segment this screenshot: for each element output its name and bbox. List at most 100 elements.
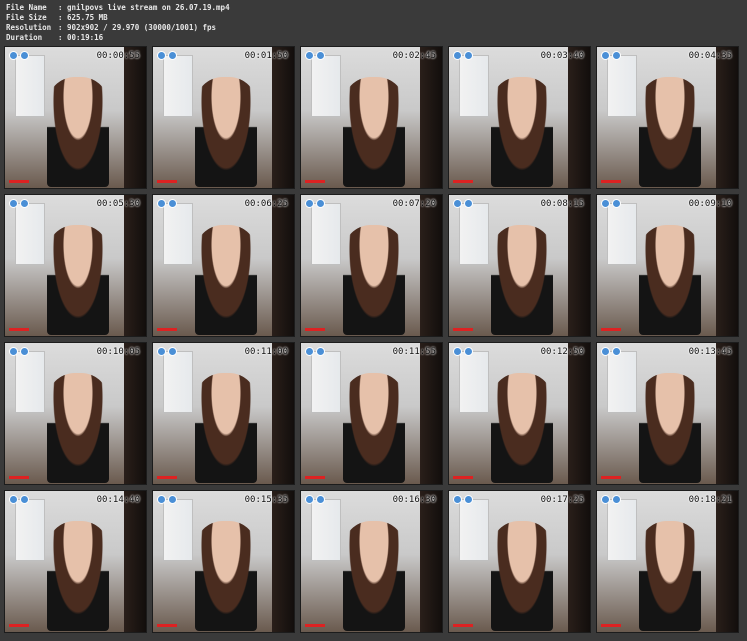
- person-shape: [343, 77, 405, 187]
- timestamp: 00:00:55: [96, 51, 140, 61]
- duration-value: : 00:19:16: [58, 33, 104, 42]
- timestamp: 00:18:21: [688, 495, 732, 505]
- camera-icon: [157, 347, 166, 356]
- camera-icon: [9, 347, 18, 356]
- live-bar: [9, 328, 29, 331]
- live-bar: [157, 476, 177, 479]
- dark-pole-shape: [272, 47, 294, 188]
- dark-pole-shape: [420, 343, 442, 484]
- resolution-value: : 902x902 / 29.970 (30000/1001) fps: [58, 23, 217, 32]
- timestamp: 00:16:30: [392, 495, 436, 505]
- dark-pole-shape: [272, 491, 294, 632]
- video-thumbnail: 00:08:15: [448, 194, 591, 337]
- live-bar: [305, 476, 325, 479]
- overlay-icons: [305, 51, 325, 60]
- live-bar: [601, 180, 621, 183]
- timestamp: 00:05:30: [96, 199, 140, 209]
- camera-icon: [601, 495, 610, 504]
- timestamp: 00:12:50: [540, 347, 584, 357]
- person-shape: [195, 521, 257, 631]
- overlay-icons: [453, 347, 473, 356]
- timestamp: 00:03:40: [540, 51, 584, 61]
- window-shape: [15, 203, 45, 265]
- file-name-value: : gnilpovs live stream on 26.07.19.mp4: [58, 3, 230, 12]
- search-icon: [464, 199, 473, 208]
- window-shape: [163, 203, 193, 265]
- thumbnail-grid: 00:00:55 00:01:50 00:02:45 00:03:40 00:04:35…: [4, 46, 744, 638]
- person-shape: [195, 77, 257, 187]
- overlay-icons: [453, 495, 473, 504]
- live-bar: [601, 328, 621, 331]
- camera-icon: [305, 347, 314, 356]
- overlay-icons: [9, 347, 29, 356]
- duration-label: Duration: [6, 33, 43, 42]
- overlay-icons: [157, 495, 177, 504]
- window-shape: [607, 351, 637, 413]
- file-size-label: File Size: [6, 13, 47, 22]
- camera-icon: [453, 347, 462, 356]
- person-shape: [639, 521, 701, 631]
- live-bar: [9, 476, 29, 479]
- video-thumbnail: 00:13:45: [596, 342, 739, 485]
- dark-pole-shape: [124, 47, 146, 188]
- overlay-icons: [305, 495, 325, 504]
- live-bar: [601, 476, 621, 479]
- video-thumbnail: 00:03:40: [448, 46, 591, 189]
- search-icon: [316, 51, 325, 60]
- search-icon: [316, 199, 325, 208]
- search-icon: [612, 199, 621, 208]
- video-thumbnail: 00:10:05: [4, 342, 147, 485]
- person-shape: [195, 373, 257, 483]
- timestamp: 00:11:55: [392, 347, 436, 357]
- camera-icon: [9, 199, 18, 208]
- window-shape: [459, 499, 489, 561]
- dark-pole-shape: [124, 195, 146, 336]
- dark-pole-shape: [272, 343, 294, 484]
- timestamp: 00:01:50: [244, 51, 288, 61]
- overlay-icons: [601, 347, 621, 356]
- live-bar: [157, 624, 177, 627]
- timestamp: 00:08:15: [540, 199, 584, 209]
- window-shape: [163, 55, 193, 117]
- camera-icon: [305, 51, 314, 60]
- window-shape: [607, 203, 637, 265]
- video-thumbnail: 00:12:50: [448, 342, 591, 485]
- search-icon: [20, 495, 29, 504]
- camera-icon: [601, 347, 610, 356]
- overlay-icons: [9, 199, 29, 208]
- live-bar: [305, 328, 325, 331]
- person-shape: [47, 225, 109, 335]
- search-icon: [20, 347, 29, 356]
- dark-pole-shape: [716, 47, 738, 188]
- person-shape: [343, 225, 405, 335]
- person-shape: [195, 225, 257, 335]
- search-icon: [168, 495, 177, 504]
- live-bar: [9, 624, 29, 627]
- search-icon: [612, 347, 621, 356]
- live-bar: [453, 328, 473, 331]
- live-bar: [305, 624, 325, 627]
- video-thumbnail: 00:14:40: [4, 490, 147, 633]
- window-shape: [607, 499, 637, 561]
- dark-pole-shape: [716, 195, 738, 336]
- person-shape: [491, 373, 553, 483]
- overlay-icons: [9, 495, 29, 504]
- dark-pole-shape: [272, 195, 294, 336]
- window-shape: [15, 351, 45, 413]
- overlay-icons: [157, 51, 177, 60]
- person-shape: [639, 77, 701, 187]
- camera-icon: [305, 199, 314, 208]
- window-shape: [15, 55, 45, 117]
- person-shape: [491, 225, 553, 335]
- dark-pole-shape: [420, 491, 442, 632]
- window-shape: [607, 55, 637, 117]
- person-shape: [491, 521, 553, 631]
- video-thumbnail: 00:02:45: [300, 46, 443, 189]
- video-thumbnail: 00:05:30: [4, 194, 147, 337]
- search-icon: [464, 347, 473, 356]
- dark-pole-shape: [420, 47, 442, 188]
- camera-icon: [157, 495, 166, 504]
- search-icon: [20, 51, 29, 60]
- window-shape: [311, 203, 341, 265]
- overlay-icons: [9, 51, 29, 60]
